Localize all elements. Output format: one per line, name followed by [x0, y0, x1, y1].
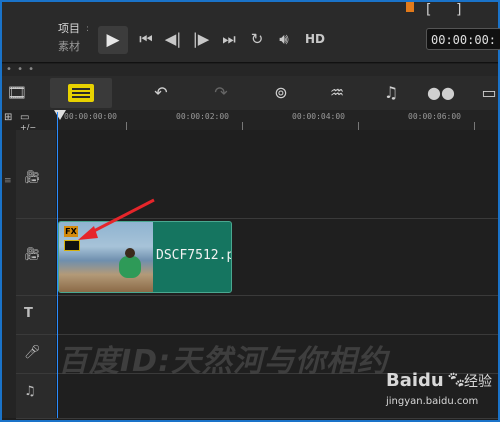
playhead-handle-icon[interactable] [54, 110, 66, 120]
title-track[interactable] [56, 296, 498, 335]
undo-icon: ↶ [154, 83, 168, 102]
grip-dots-icon: • • • [6, 64, 36, 75]
track-manager-icon[interactable]: ⊞ [4, 112, 12, 123]
repeat-icon: ↻ [250, 30, 264, 48]
mark-out-button[interactable]: ] [456, 2, 461, 18]
next-frame-button[interactable]: |▶ [190, 28, 212, 50]
ruler-tick [358, 122, 359, 130]
film-reel-record-icon: ⊚ [274, 83, 288, 102]
track-header-video[interactable]: 🎥︎ [16, 130, 56, 219]
music-track-icon: ♫ [24, 384, 36, 399]
undo-button[interactable]: ↶ [146, 80, 176, 106]
hd-preview-button[interactable]: HD [302, 28, 328, 50]
baidu-brand: Baidu [386, 370, 444, 391]
overlay-track-icon: 🎥︎ [24, 247, 41, 262]
redo-button[interactable]: ↷ [206, 80, 236, 106]
mode-clip-tab[interactable]: 素材 [58, 38, 80, 54]
timeline-view-button[interactable] [50, 78, 112, 108]
time-ruler[interactable]: ⊞ ▭ +/− 00:00:00:00 00:00:02:00 00:00:04… [2, 110, 498, 132]
film-strip-icon: 🎞︎ [6, 83, 28, 102]
track-header-voice[interactable]: 🎤︎ [16, 335, 56, 374]
chapter-marker-icon[interactable]: ▭ [20, 112, 29, 123]
spheres-icon: ●● [427, 83, 455, 102]
motion-tracking-button[interactable]: ●● [426, 80, 456, 106]
ruler-label: 00:00:04:00 [292, 112, 345, 121]
repeat-button[interactable]: ↻ [246, 28, 268, 50]
orange-marker-icon [406, 2, 414, 12]
baidu-url: jingyan.baidu.com [386, 396, 479, 407]
timecode-display[interactable]: 00:00:00: [426, 28, 500, 50]
play-button[interactable]: ▶ [98, 26, 128, 54]
baidu-jingyan-logo: Baidu 🐾︎ 经验 jingyan.baidu.com [384, 370, 496, 414]
redo-icon: ↷ [214, 83, 228, 102]
microphone-icon: 🎤︎ [24, 345, 41, 360]
person-head [125, 248, 135, 258]
ruler-tick [474, 122, 475, 130]
subtitle-editor-button[interactable]: ▭ [480, 80, 498, 106]
title-track-icon: T [24, 306, 33, 321]
video-track-icon: 🎥︎ [24, 170, 41, 185]
volume-button[interactable]: 🔊︎ [272, 28, 296, 50]
music-film-icon: ♫ [383, 83, 399, 102]
person-figure [119, 256, 141, 278]
ruler-tick [126, 122, 127, 130]
ruler-label: 00:00:06:00 [408, 112, 461, 121]
track-header-music[interactable]: ♫ [16, 374, 56, 419]
clip-label: DSCF7512.p [156, 248, 232, 263]
skip-end-icon: ⏭ [222, 30, 236, 48]
mode-project-tab[interactable]: 项目 [58, 20, 80, 36]
subtitle-icon: ▭ [481, 83, 497, 102]
step-back-icon: ◀| [164, 30, 182, 48]
timeline-toolbar: 🎞︎ ↶ ↷ ⊚ ♒ ♫ ●● ▭ [2, 76, 498, 111]
record-capture-button[interactable]: ⊚ [266, 80, 296, 106]
track-header-title[interactable]: T [16, 296, 56, 335]
left-strip: ≡ [2, 130, 16, 418]
panel-separator[interactable]: • • • [2, 64, 498, 76]
ruler-label: 00:00:02:00 [176, 112, 229, 121]
audio-waveform-icon: ♒ [329, 83, 345, 102]
track-header-overlay[interactable]: 🎥︎ [16, 219, 56, 296]
audio-mixer-button[interactable]: ♒ [322, 80, 352, 106]
baidu-brand-cn: 经验 [464, 374, 492, 390]
auto-music-button[interactable]: ♫ [376, 80, 406, 106]
annotation-arrow-icon [78, 198, 155, 240]
ruler-tick [242, 122, 243, 130]
ruler-label: 00:00:00:00 [64, 112, 117, 121]
step-forward-icon: |▶ [192, 30, 210, 48]
storyboard-view-button[interactable]: 🎞︎ [2, 80, 32, 106]
mode-dots-icon: : [86, 24, 90, 34]
timeline-view-icon [68, 84, 94, 102]
speaker-icon: 🔊︎ [279, 30, 289, 48]
skip-start-icon: ⏮ [139, 30, 153, 48]
mark-in-button[interactable]: [ [426, 2, 431, 18]
go-to-start-button[interactable]: ⏮ [136, 28, 156, 50]
grip-icon[interactable]: ≡ [4, 176, 12, 186]
go-to-end-button[interactable]: ⏭ [218, 28, 240, 50]
player-bar: [ ] 项目 素材 : ▶ ⏮ ◀| |▶ ⏭ ↻ 🔊︎ HD 00:00:00… [2, 2, 500, 63]
previous-frame-button[interactable]: ◀| [162, 28, 184, 50]
play-icon: ▶ [106, 30, 120, 50]
watermark-text: 百度ID:天然河与你相约 [58, 344, 389, 379]
